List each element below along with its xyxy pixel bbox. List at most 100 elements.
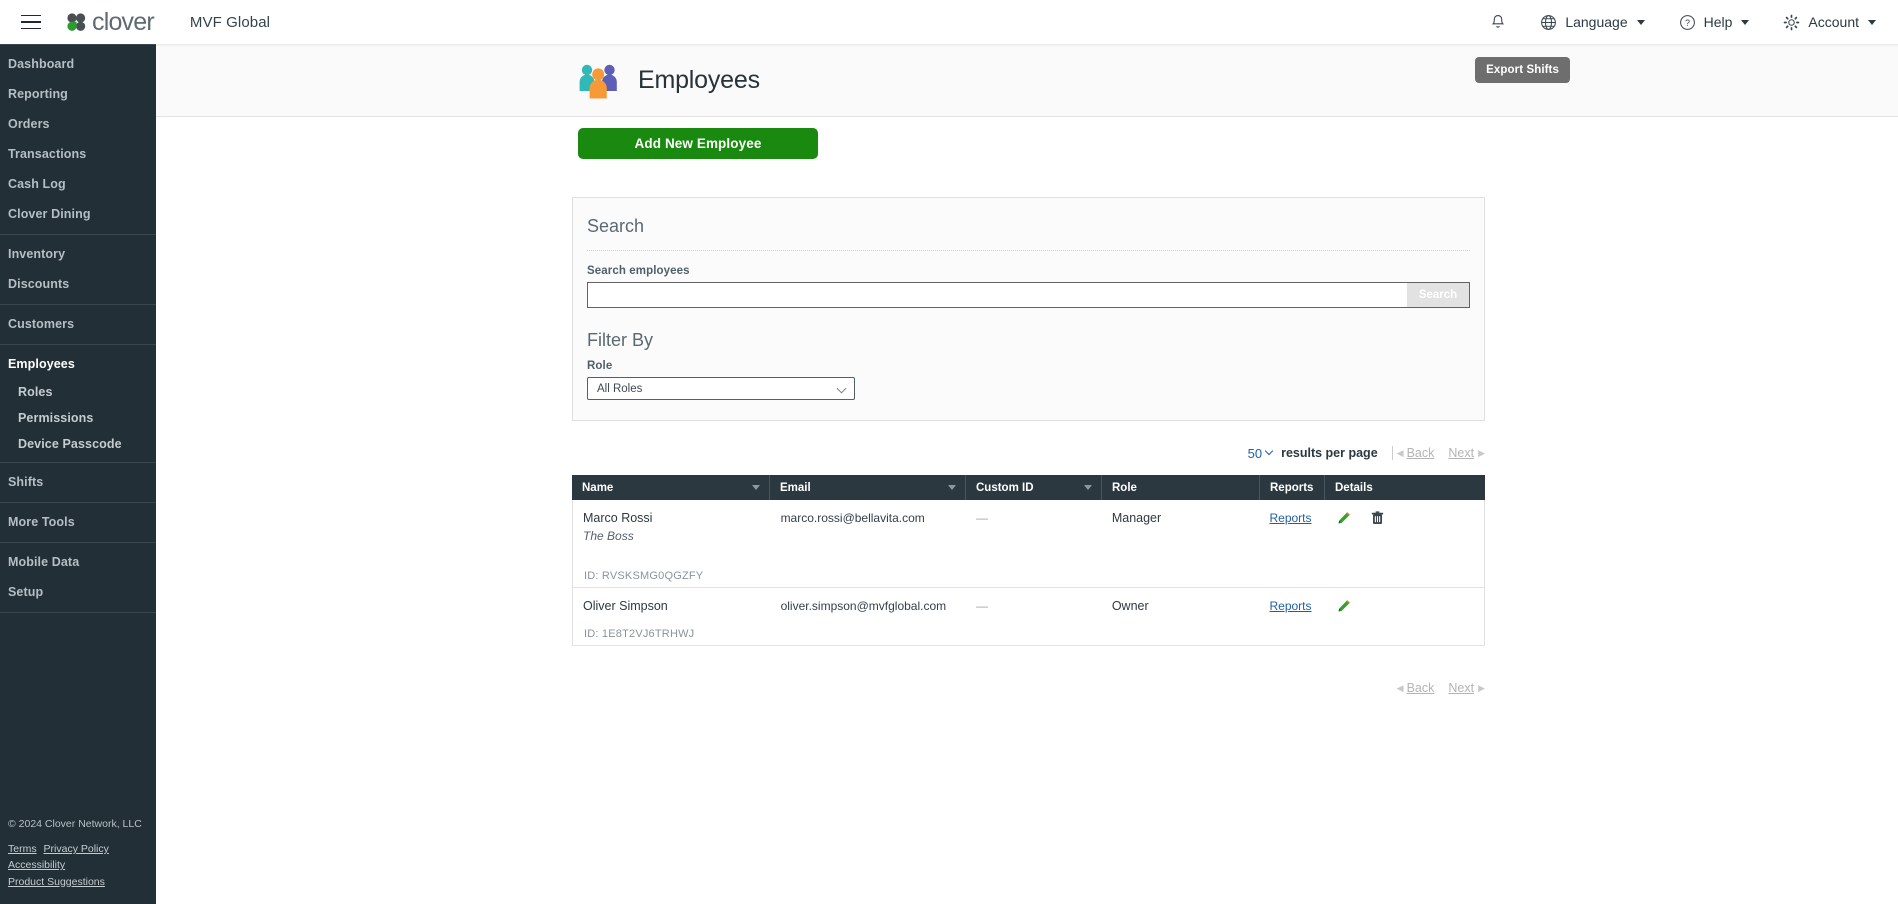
bell-icon (1492, 14, 1505, 28)
column-header-reports: Reports (1260, 475, 1325, 500)
back-link-bottom[interactable]: Back (1407, 681, 1435, 695)
search-heading: Search (587, 216, 645, 236)
hamburger-icon[interactable] (14, 5, 48, 39)
svg-text:?: ? (1685, 17, 1690, 27)
table-row: Oliver Simpson oliver.simpson@mvfglobal.c… (572, 588, 1485, 646)
export-shifts-button[interactable]: Export Shifts (1475, 57, 1570, 83)
next-arrow-icon: ▶ (1478, 682, 1485, 693)
copyright-text: © 2024 Clover Network, LLC (8, 817, 142, 830)
sort-caret-icon[interactable] (948, 485, 956, 490)
search-button[interactable]: Search (1407, 283, 1469, 307)
sidebar-item-clover-dining[interactable]: Clover Dining (0, 199, 156, 229)
sidebar-item-device-passcode[interactable]: Device Passcode (0, 431, 156, 457)
sidebar-item-transactions[interactable]: Transactions (0, 139, 156, 169)
sidebar: Dashboard Reporting Orders Transactions Cash… (0, 44, 156, 904)
pagination-bottom: ◀ Back Next ▶ (572, 676, 1485, 700)
help-menu[interactable]: ? Help (1679, 14, 1750, 31)
sidebar-group: Mobile Data Setup (0, 543, 156, 613)
role-select-wrap: All Roles (587, 377, 855, 400)
page-title: Employees (638, 65, 760, 94)
language-label: Language (1565, 14, 1628, 30)
role-select[interactable]: All Roles (587, 377, 855, 400)
cell-role: Owner (1111, 599, 1149, 613)
column-header-label: Custom ID (976, 481, 1034, 494)
sidebar-item-discounts[interactable]: Discounts (0, 269, 156, 299)
sidebar-group: Customers (0, 305, 156, 345)
next-link-bottom[interactable]: Next (1448, 681, 1474, 695)
results-per-page-value: 50 (1247, 445, 1263, 461)
top-bar: clover MVF Global Language ? Help Accoun… (0, 0, 1898, 44)
sidebar-item-dashboard[interactable]: Dashboard (0, 49, 156, 79)
sidebar-item-reporting[interactable]: Reporting (0, 79, 156, 109)
sidebar-item-shifts[interactable]: Shifts (0, 467, 156, 497)
reports-link[interactable]: Reports (1269, 599, 1311, 613)
sidebar-group: More Tools (0, 503, 156, 543)
chevron-down-icon (1636, 19, 1645, 25)
search-row: Search (587, 282, 1470, 308)
employees-table: Name Email Custom ID Role Reports Details Mar… (572, 475, 1485, 646)
sidebar-item-permissions[interactable]: Permissions (0, 405, 156, 431)
cell-email: oliver.simpson@mvfglobal.com (780, 599, 947, 613)
sidebar-item-mobile-data[interactable]: Mobile Data (0, 547, 156, 577)
cell-details (1324, 588, 1484, 645)
sidebar-item-roles[interactable]: Roles (0, 379, 156, 405)
sidebar-item-cash-log[interactable]: Cash Log (0, 169, 156, 199)
column-header-label: Reports (1270, 481, 1314, 494)
results-per-page-label: results per page (1281, 446, 1393, 460)
sort-caret-icon[interactable] (752, 485, 760, 490)
filter-by-heading: Filter By (587, 330, 654, 350)
brand-logo-area[interactable]: clover (64, 9, 155, 35)
chevron-down-icon (1868, 19, 1876, 25)
column-header-role: Role (1102, 475, 1260, 500)
page-title-wrap: Employees (576, 61, 760, 99)
pagination-top: 50 results per page ◀ Back Next ▶ (572, 441, 1485, 465)
back-link-top[interactable]: Back (1407, 446, 1435, 460)
sidebar-group: Shifts (0, 463, 156, 503)
next-link-top[interactable]: Next (1448, 446, 1474, 460)
language-menu[interactable]: Language (1540, 14, 1645, 31)
cell-details (1324, 500, 1484, 587)
column-header-label: Role (1112, 481, 1137, 494)
cell-role: Manager (1111, 511, 1162, 525)
account-label: Account (1808, 14, 1859, 30)
sort-caret-icon[interactable] (1084, 485, 1092, 490)
sidebar-item-employees[interactable]: Employees (0, 349, 156, 379)
sidebar-item-orders[interactable]: Orders (0, 109, 156, 139)
back-arrow-icon: ◀ (1396, 682, 1404, 693)
add-new-employee-button[interactable]: Add New Employee (578, 128, 818, 159)
accessibility-link[interactable]: Accessibility (8, 859, 65, 871)
column-header-details: Details (1325, 475, 1485, 500)
sidebar-item-customers[interactable]: Customers (0, 309, 156, 339)
cell-custom-id: — (976, 599, 989, 613)
page-header: Employees Export Shifts (156, 44, 1898, 117)
employee-name: Oliver Simpson (583, 599, 668, 613)
sidebar-item-setup[interactable]: Setup (0, 577, 156, 607)
top-bar-actions: Language ? Help Account (1490, 14, 1898, 31)
account-menu[interactable]: Account (1783, 14, 1876, 31)
column-header-custom-id[interactable]: Custom ID (966, 475, 1102, 500)
product-suggestions-link[interactable]: Product Suggestions (8, 876, 105, 888)
people-group-icon (579, 64, 617, 99)
employee-name: Marco Rossi (583, 511, 653, 525)
privacy-policy-link[interactable]: Privacy Policy (44, 843, 109, 855)
results-per-page-select[interactable]: 50 (1247, 445, 1274, 461)
globe-icon (1541, 14, 1557, 30)
column-header-email[interactable]: Email (770, 475, 966, 500)
employee-id-line: ID: 1E8T2VJ6TRHWJ (584, 628, 695, 640)
next-arrow-icon: ▶ (1478, 447, 1485, 458)
pencil-icon[interactable] (1337, 511, 1351, 587)
sidebar-item-more-tools[interactable]: More Tools (0, 507, 156, 537)
sidebar-item-inventory[interactable]: Inventory (0, 239, 156, 269)
reports-link[interactable]: Reports (1269, 511, 1311, 525)
notifications-button[interactable] (1490, 14, 1506, 31)
employee-id-line: ID: RVSKSMG0QGZFY (584, 570, 704, 582)
chevron-down-icon (1741, 19, 1750, 25)
terms-link[interactable]: Terms (8, 843, 37, 855)
help-label: Help (1703, 14, 1733, 30)
trash-icon[interactable] (1371, 511, 1384, 587)
search-input[interactable] (587, 282, 1470, 308)
merchant-name: MVF Global (189, 13, 271, 31)
column-header-name[interactable]: Name (572, 475, 770, 500)
gear-icon (1784, 14, 1800, 30)
pencil-icon[interactable] (1337, 599, 1351, 645)
